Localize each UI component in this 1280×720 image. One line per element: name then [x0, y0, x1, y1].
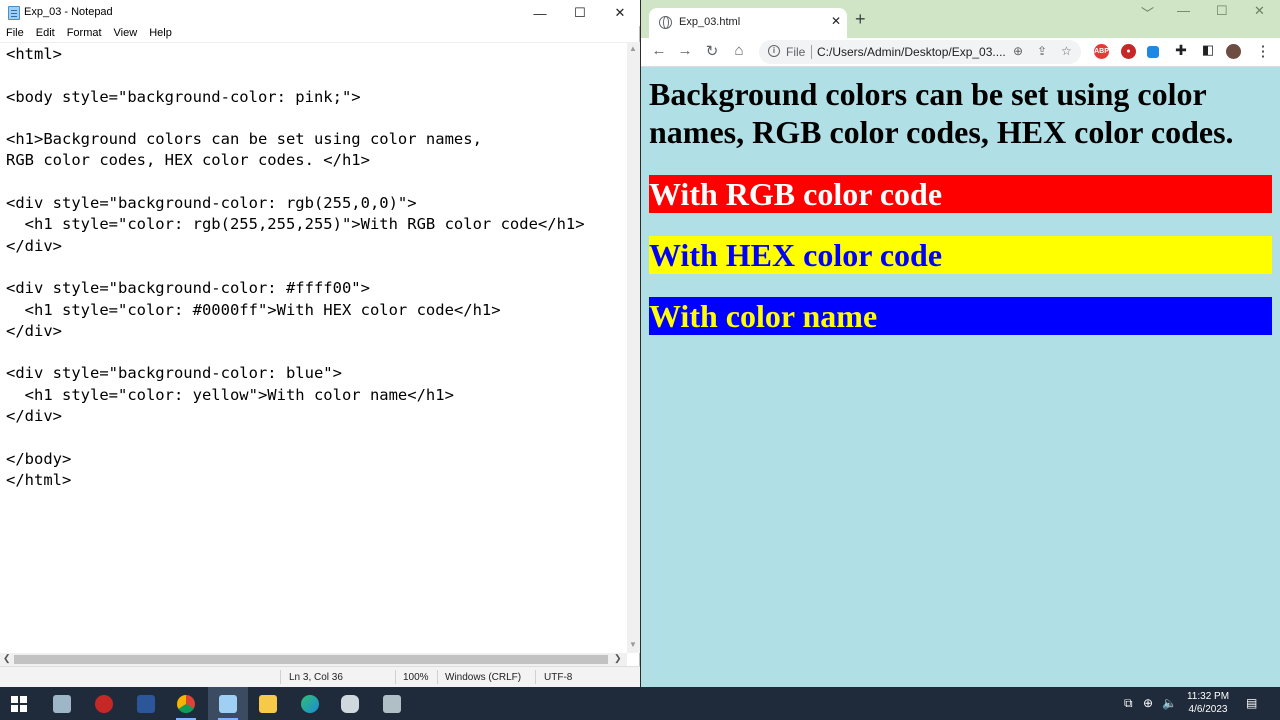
taskbar-app-word[interactable]: [126, 687, 166, 720]
named-color-block: With color name: [649, 297, 1272, 335]
home-icon[interactable]: ⌂: [729, 42, 749, 59]
page-heading: Background colors can be set using color…: [649, 76, 1234, 150]
menu-view[interactable]: View: [108, 26, 144, 42]
asio-icon: [95, 695, 113, 713]
scroll-down-arrow-icon[interactable]: ▼: [629, 640, 637, 649]
notepad-app-icon: [8, 6, 20, 20]
notepad-status-bar: Ln 3, Col 36 100% Windows (CRLF) UTF-8: [0, 666, 640, 687]
clock-time: 11:32 PM: [1186, 691, 1230, 702]
notepad-maximize-button[interactable]: ☐: [560, 0, 600, 26]
notepad-title-bar[interactable]: Exp_03 - Notepad — ☐ ✕: [0, 0, 640, 26]
notepad-vertical-scrollbar[interactable]: ▲ ▼: [627, 42, 640, 653]
browser-window: Exp_03.html ✕ + ﹀ — ☐ ✕ ← → ↻ ⌂ i File C…: [641, 0, 1280, 687]
browser-toolbar: ← → ↻ ⌂ i File C:/Users/Admin/Desktop/Ex…: [641, 38, 1280, 67]
folder-window-icon: [53, 695, 71, 713]
start-button[interactable]: [0, 687, 40, 720]
browser-tab-title: Exp_03.html: [679, 16, 741, 28]
taskbar-app-a[interactable]: [330, 687, 370, 720]
taskbar-app-b[interactable]: [372, 687, 412, 720]
clock-date: 4/6/2023: [1188, 704, 1228, 715]
hex-color-block: With HEX color code: [649, 236, 1272, 274]
meet-now-icon[interactable]: ⧉: [1124, 696, 1133, 711]
browser-close-button[interactable]: ✕: [1254, 3, 1265, 19]
zoom-icon[interactable]: ⊕: [1013, 44, 1023, 58]
back-arrow-icon[interactable]: ←: [649, 42, 669, 59]
browser-page-viewport: Background colors can be set using color…: [641, 67, 1280, 687]
rgb-color-block: With RGB color code: [649, 175, 1272, 213]
menu-edit[interactable]: Edit: [30, 26, 61, 42]
named-color-heading: With color name: [649, 298, 878, 334]
menu-format[interactable]: Format: [61, 26, 108, 42]
reload-icon[interactable]: ↻: [702, 42, 722, 60]
menu-file[interactable]: File: [0, 26, 30, 42]
scroll-left-arrow-icon[interactable]: ❮: [3, 653, 11, 664]
taskbar-app-asio[interactable]: [84, 687, 124, 720]
hex-color-heading: With HEX color code: [649, 237, 943, 273]
status-encoding: UTF-8: [544, 672, 573, 683]
share-icon[interactable]: ⇪: [1037, 44, 1047, 58]
menu-help[interactable]: Help: [143, 26, 178, 42]
taskbar-app-explorer-alt[interactable]: [42, 687, 82, 720]
taskbar-app-file-explorer[interactable]: [248, 687, 288, 720]
extensions-puzzle-icon[interactable]: ✚: [1171, 42, 1191, 59]
notepad-close-button[interactable]: ✕: [600, 0, 640, 26]
browser-menu-icon[interactable]: ⋮: [1253, 42, 1273, 60]
file-explorer-icon: [259, 695, 277, 713]
notepad-menu-bar: File Edit Format View Help: [0, 26, 640, 42]
notepad-window-title: Exp_03 - Notepad: [24, 6, 113, 18]
rgb-color-heading: With RGB color code: [649, 176, 943, 212]
word-icon: [137, 695, 155, 713]
taskbar-app-chrome[interactable]: [166, 687, 206, 720]
notepad-text-area[interactable]: <html> <body style="background-color: pi…: [0, 42, 627, 653]
tab-search-button[interactable]: ﹀: [1141, 3, 1154, 22]
taskbar-clock[interactable]: 11:32 PM 4/6/2023: [1178, 690, 1238, 716]
taskbar-app-notepad[interactable]: [208, 687, 248, 720]
tab-close-icon[interactable]: ✕: [831, 14, 841, 28]
notepad-icon: [219, 695, 237, 713]
taskbar: ⧉ ⊕ 🔈 11:32 PM 4/6/2023 ▤: [0, 687, 1280, 720]
windows-logo-icon: [11, 696, 27, 712]
address-scheme-label: File: [786, 45, 806, 59]
status-line-ending: Windows (CRLF): [445, 672, 522, 683]
extension-blue-icon[interactable]: [1147, 46, 1159, 58]
browser-tab[interactable]: Exp_03.html ✕: [649, 8, 847, 38]
notepad-minimize-button[interactable]: —: [520, 0, 560, 26]
chrome-icon: [177, 695, 195, 713]
notepad-code-text[interactable]: <html> <body style="background-color: pi…: [6, 44, 585, 491]
adblock-extension-icon[interactable]: ABP: [1094, 44, 1109, 59]
globe-icon: [659, 16, 672, 29]
browser-maximize-button[interactable]: ☐: [1216, 3, 1228, 19]
app-b-icon: [383, 695, 401, 713]
app-a-icon: [341, 695, 359, 713]
notifications-icon[interactable]: ▤: [1246, 696, 1257, 710]
edge-icon: [301, 695, 319, 713]
site-info-icon[interactable]: i: [768, 45, 780, 57]
notepad-horizontal-scrollbar[interactable]: ❮ ❯: [0, 653, 627, 666]
volume-icon[interactable]: 🔈: [1162, 696, 1177, 710]
scroll-up-arrow-icon[interactable]: ▲: [629, 44, 637, 53]
profile-avatar[interactable]: [1226, 44, 1241, 59]
network-globe-icon[interactable]: ⊕: [1143, 696, 1153, 710]
taskbar-app-edge[interactable]: [290, 687, 330, 720]
status-zoom: 100%: [403, 672, 429, 683]
extension-shield-icon[interactable]: ●: [1121, 44, 1136, 59]
horizontal-scroll-thumb[interactable]: [14, 655, 608, 664]
address-bar[interactable]: i File C:/Users/Admin/Desktop/Exp_03....…: [759, 40, 1081, 64]
address-url[interactable]: C:/Users/Admin/Desktop/Exp_03....: [817, 45, 1006, 59]
new-tab-button[interactable]: +: [855, 9, 866, 30]
notepad-window: Exp_03 - Notepad — ☐ ✕ File Edit Format …: [0, 0, 640, 687]
browser-minimize-button[interactable]: —: [1177, 3, 1190, 18]
forward-arrow-icon[interactable]: →: [675, 42, 695, 59]
browser-tab-strip[interactable]: Exp_03.html ✕ + ﹀ — ☐ ✕: [641, 0, 1280, 38]
scroll-right-arrow-icon[interactable]: ❯: [614, 653, 622, 664]
bookmark-star-icon[interactable]: ☆: [1061, 44, 1072, 58]
status-cursor-position: Ln 3, Col 36: [289, 672, 343, 683]
desktop: Exp_03 - Notepad — ☐ ✕ File Edit Format …: [0, 0, 1280, 720]
side-panel-icon[interactable]: ◧: [1198, 42, 1218, 58]
